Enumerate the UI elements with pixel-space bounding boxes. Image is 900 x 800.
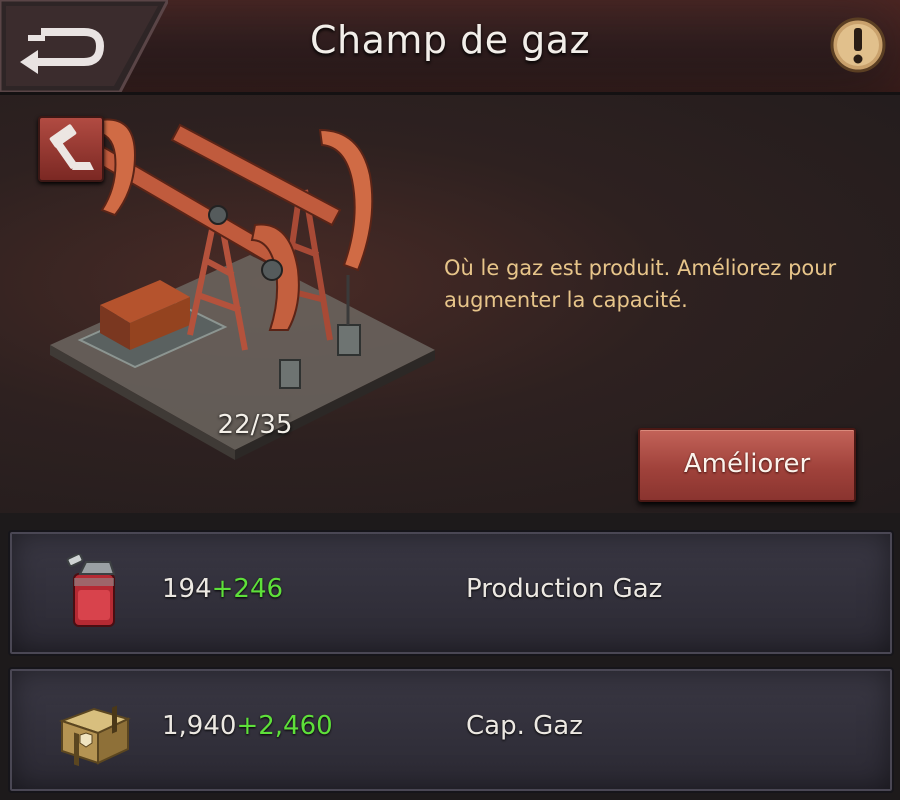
capacity-bonus: +2,460 xyxy=(236,711,333,741)
production-base: 194 xyxy=(162,574,212,604)
building-level: 22/35 xyxy=(217,410,293,440)
capacity-value: 1,940+2,460 xyxy=(162,711,333,741)
production-bonus: +246 xyxy=(211,574,284,604)
production-label: Production Gaz xyxy=(466,574,663,604)
hammer-icon[interactable] xyxy=(38,116,104,182)
production-value: 194+246 xyxy=(162,574,283,604)
top-bar: Champ de gaz xyxy=(0,0,900,95)
upgrade-button[interactable]: Améliorer xyxy=(638,428,856,502)
exclamation-icon[interactable] xyxy=(830,17,886,73)
building-description: Où le gaz est produit. Améliorez pour au… xyxy=(444,256,837,312)
page-title: Champ de gaz xyxy=(309,18,591,62)
capacity-base: 1,940 xyxy=(162,711,237,741)
capacity-label: Cap. Gaz xyxy=(466,711,583,741)
stat-row-capacity: 1,940+2,460 Cap. Gaz xyxy=(8,667,894,793)
supply-crate-icon xyxy=(59,705,131,767)
stat-row-production: 194+246 Production Gaz xyxy=(8,530,894,656)
gas-canister-icon xyxy=(66,554,116,627)
